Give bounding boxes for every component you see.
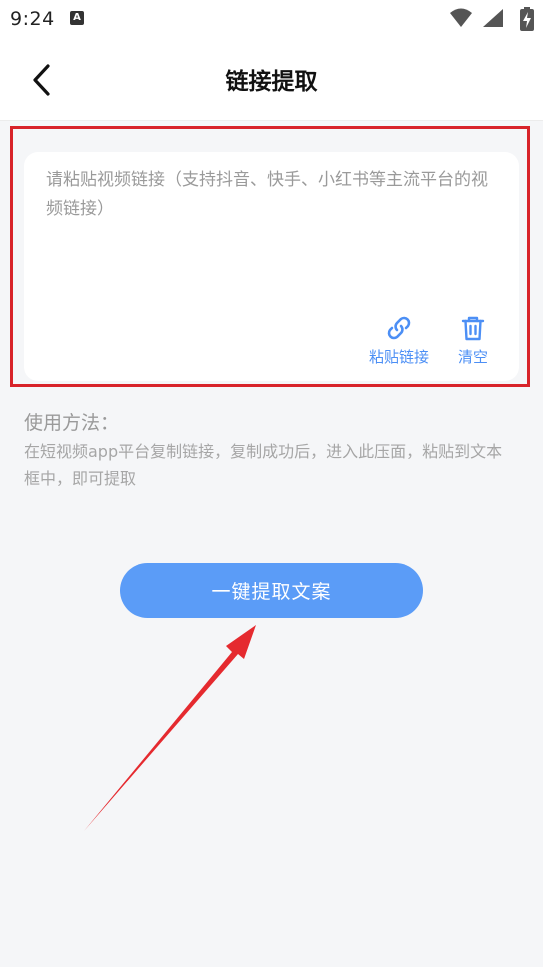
wifi-icon [450, 8, 472, 27]
link-textarea[interactable] [46, 166, 496, 306]
clear-label: 清空 [457, 348, 488, 366]
page-title: 链接提取 [225, 69, 318, 95]
paste-link-label: 粘贴链接 [368, 348, 429, 366]
app-header: 链接提取 [0, 38, 543, 121]
battery-charging-icon [520, 7, 534, 31]
usage-description: 在短视频app平台复制链接，复制成功后，进入此压面，粘贴到文本框中，即可提取 [24, 442, 503, 488]
signal-icon [483, 9, 503, 27]
status-bar: 9:24 A [0, 0, 543, 38]
clear-button[interactable]: 清空 [452, 314, 494, 367]
link-input-card: 粘贴链接 清空 [24, 152, 519, 381]
link-icon [387, 316, 411, 340]
trash-icon [461, 316, 485, 341]
extract-copy-button[interactable]: 一键提取文案 [120, 563, 423, 618]
a-letter-icon: A [70, 11, 84, 25]
paste-link-button[interactable]: 粘贴链接 [366, 314, 432, 367]
link-extract-screen: 9:24 A 链接提取 请粘贴视频链接（支持抖音、快手、小红书等主流平台的视频链… [0, 0, 543, 967]
status-time: 9:24 [10, 8, 55, 30]
usage-title: 使用方法： [24, 412, 120, 434]
